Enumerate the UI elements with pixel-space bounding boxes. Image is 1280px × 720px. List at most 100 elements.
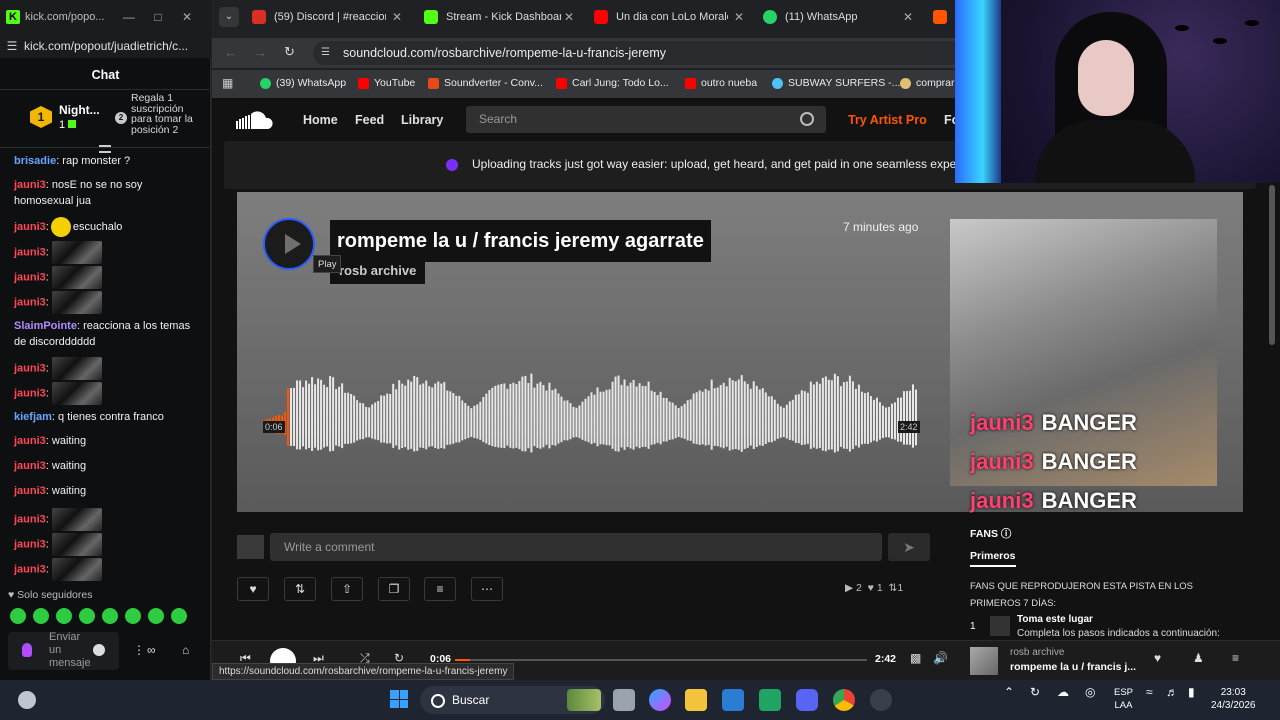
nav-home[interactable]: Home [303,113,338,127]
copilot-icon[interactable] [649,689,671,711]
tab-whatsapp[interactable]: (11) WhatsApp ✕ [763,4,913,30]
nav-feed[interactable]: Feed [355,113,384,127]
waveform[interactable] [263,372,918,460]
apps-grid-icon[interactable]: ▦ [222,76,233,90]
more-button[interactable]: ⋯ [471,577,503,601]
word-icon[interactable] [722,689,744,711]
bookmark-carl-jung[interactable]: Carl Jung: Todo Lo... [556,77,669,89]
tab-primeros[interactable]: Primeros [970,550,1016,567]
microphone-icon[interactable] [22,643,32,657]
track-artist[interactable]: rosb archive [330,258,426,284]
close-tab-icon[interactable]: ✕ [903,10,913,24]
pin-icon[interactable] [99,145,111,153]
emote-icon[interactable] [148,608,164,624]
emote-icon[interactable] [10,608,26,624]
page-scrollbar[interactable] [1269,185,1275,345]
minimize-button[interactable]: — [110,10,148,24]
battery-icon[interactable]: ▮ [1188,686,1195,699]
bookmark-soundverter[interactable]: Soundverter - Conv... [428,77,543,89]
search-input[interactable]: Search [466,106,826,133]
url-field[interactable]: soundcloud.com/rosbarchive/rompeme-la-u-… [313,41,963,65]
forward-button[interactable]: → [254,45,267,60]
site-info-icon[interactable]: ☰ [321,47,330,58]
maximize-button[interactable]: □ [148,10,168,24]
onedrive-icon[interactable]: ☁ [1057,686,1069,699]
bookmark-youtube[interactable]: YouTube [358,77,415,89]
like-button[interactable]: ♥ [237,577,269,601]
player-progress[interactable] [455,659,867,661]
back-button[interactable]: ← [224,45,237,60]
bookmark-subway-surfers[interactable]: SUBWAY SURFERS -... [772,77,900,89]
obs-icon[interactable] [870,689,892,711]
search-highlight-icon[interactable] [567,689,601,711]
search-icon[interactable] [800,112,814,126]
soundcloud-tab-icon[interactable] [933,10,947,24]
chrome-icon[interactable] [833,689,855,711]
player-like-icon[interactable]: ♥ [1154,651,1161,665]
try-artist-pro-link[interactable]: Try Artist Pro [848,113,927,127]
tray-chevron-icon[interactable]: ⌃ [1004,686,1014,699]
task-view-icon[interactable] [613,689,635,711]
discord-icon[interactable] [796,689,818,711]
speaker-icon[interactable]: ♬ [1166,686,1178,699]
mic-tray-icon[interactable]: ◎ [1085,686,1095,699]
tab-search-button[interactable]: ⌄ [219,7,239,27]
tab-discord[interactable]: (59) Discord | #reaccione ✕ [252,4,402,30]
file-explorer-icon[interactable] [685,689,707,711]
tab-kick-dashboard[interactable]: Stream - Kick Dashboard ✕ [424,4,574,30]
emote-icon[interactable] [56,608,72,624]
send-comment-icon[interactable]: ➤ [888,533,930,561]
bookmark-whatsapp[interactable]: (39) WhatsApp [260,77,346,89]
fan-avatar [990,616,1010,636]
bookmark-comprar[interactable]: comprar [900,77,955,89]
nav-library[interactable]: Library [401,113,443,127]
fan-title[interactable]: Toma este lugar [1017,614,1093,625]
reload-button[interactable]: ↻ [284,44,295,60]
emote-icon[interactable] [171,608,187,624]
weather-icon[interactable] [18,691,36,709]
emoji-picker-icon[interactable] [93,644,105,656]
leader-name[interactable]: Night... [59,103,100,117]
emote-icon[interactable] [33,608,49,624]
kick-url: kick.com/popout/juadietrich/c... [24,39,189,53]
queue-icon[interactable]: ≡ [1232,651,1239,665]
chat-tools-icon[interactable]: ⋮∞ [133,643,158,657]
share-button[interactable]: ⇧ [331,577,363,601]
bat-decoration [1245,20,1259,26]
tab-youtube[interactable]: Un dia con LoLo Morales ✕ [594,4,744,30]
chat-message: jauni3: waiting [14,435,87,447]
play-button[interactable] [263,218,315,270]
emote-icon[interactable] [102,608,118,624]
wifi-icon[interactable]: ≈ [1146,686,1153,699]
store-icon[interactable]: ⌂ [182,643,189,657]
close-tab-icon[interactable]: ✕ [734,10,744,24]
language-indicator[interactable]: ESP LAA [1114,686,1133,712]
emote-icon[interactable] [79,608,95,624]
emote-icon[interactable] [125,608,141,624]
comment-input[interactable]: Write a comment [270,533,882,561]
repost-button[interactable]: ⇅ [284,577,316,601]
youtube-icon [556,77,567,89]
gift-sub-prompt[interactable]: Regala 1 suscripción para tomar la posic… [131,93,201,135]
bookmark-outro[interactable]: outro nueba [685,77,757,89]
volume-icon[interactable]: 🔊 [933,651,948,665]
start-button[interactable] [390,690,408,708]
player-artwork[interactable] [970,647,998,675]
soundcloud-logo-icon[interactable] [236,109,276,131]
close-tab-icon[interactable]: ✕ [564,10,574,24]
player-title[interactable]: rompeme la u / francis j... [1010,661,1136,673]
follow-icon[interactable]: ♟ [1193,651,1204,665]
kick-url-bar[interactable]: ☰ kick.com/popout/juadietrich/c... [0,34,211,58]
close-button[interactable]: ✕ [168,10,206,24]
emote-quick-bar[interactable] [10,608,187,626]
cast-icon[interactable]: ▩ [910,651,921,665]
close-tab-icon[interactable]: ✕ [392,10,402,24]
copy-link-button[interactable]: ❐ [378,577,410,601]
site-settings-icon[interactable]: ☰ [0,39,24,53]
add-to-playlist-button[interactable]: ≡ [424,577,456,601]
tray-app-icon[interactable]: ↻ [1030,686,1040,699]
system-clock[interactable]: 23:03 24/3/2026 [1211,686,1256,712]
excel-icon[interactable] [759,689,781,711]
player-artist[interactable]: rosb archive [1010,647,1064,658]
track-stats: ▶ 2 ♥ 1 ⇅1 [845,582,904,594]
